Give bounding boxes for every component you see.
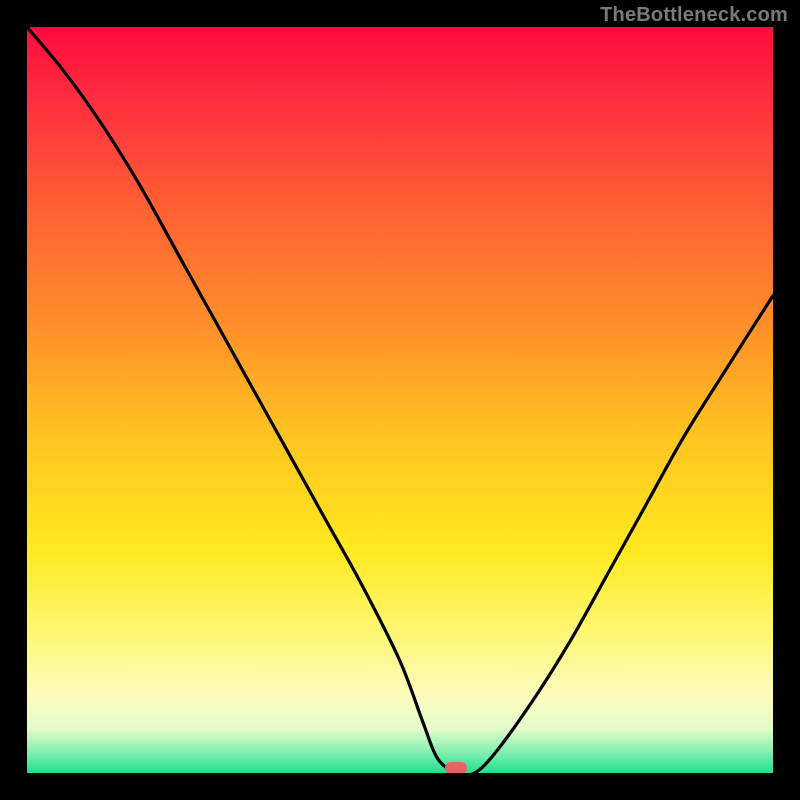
watermark-text: TheBottleneck.com: [600, 4, 788, 27]
plot-area: [27, 27, 773, 773]
optimal-point-marker: [445, 762, 467, 773]
chart-frame: TheBottleneck.com: [0, 0, 800, 800]
bottleneck-curve: [27, 27, 773, 773]
